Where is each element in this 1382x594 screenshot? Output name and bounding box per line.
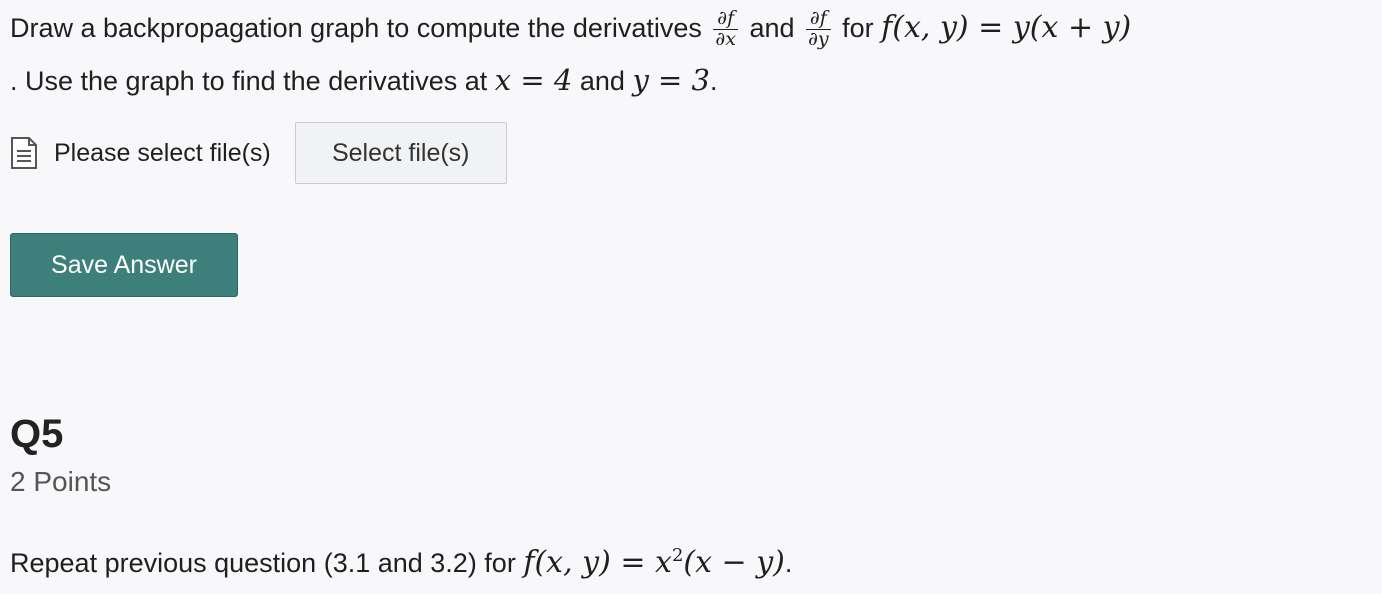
period: . <box>710 66 718 96</box>
question-5-text: Repeat previous question (3.1 and 3.2) f… <box>10 530 792 589</box>
dfdy-numerator: ∂f <box>806 8 831 31</box>
select-files-button[interactable]: Select file(s) <box>294 122 507 184</box>
dfdx-denominator: ∂x <box>715 28 736 51</box>
dfdy-denominator: ∂y <box>808 28 829 51</box>
question-title: Q5 <box>10 412 64 456</box>
and-word-2: and <box>579 66 625 96</box>
dfdx-fraction: ∂f ∂x <box>713 8 738 51</box>
save-answer-button[interactable]: Save Answer <box>10 233 238 297</box>
file-upload-row: Please select file(s) Select file(s) <box>10 121 507 185</box>
question-points: 2 Points <box>10 466 112 497</box>
function-expression: f(x, y) = y(x + y) <box>881 10 1132 45</box>
document-icon <box>11 137 37 169</box>
and-word: and <box>749 13 795 43</box>
y-value: y = 3 <box>632 63 711 97</box>
q5-prefix: Repeat previous question (3.1 and 3.2) f… <box>10 548 516 578</box>
question-4-text: Draw a backpropagation graph to compute … <box>10 2 1380 107</box>
q5-function-start: f(x, y) = x <box>523 545 672 580</box>
question-prefix: Draw a backpropagation graph to compute … <box>10 13 702 43</box>
dfdx-numerator: ∂f <box>713 8 738 31</box>
q5-period: . <box>784 548 793 578</box>
for-word: for <box>842 13 874 43</box>
question-line2: . Use the graph to find the derivatives … <box>10 66 488 96</box>
file-select-label: Please select file(s) <box>54 138 271 167</box>
dfdy-fraction: ∂f ∂y <box>806 8 831 51</box>
x-value: x = 4 <box>494 63 573 97</box>
q5-exponent: 2 <box>671 545 684 566</box>
q5-function: f(x, y) = x2(x − y) <box>523 545 785 580</box>
q5-function-end: (x − y) <box>683 545 785 580</box>
